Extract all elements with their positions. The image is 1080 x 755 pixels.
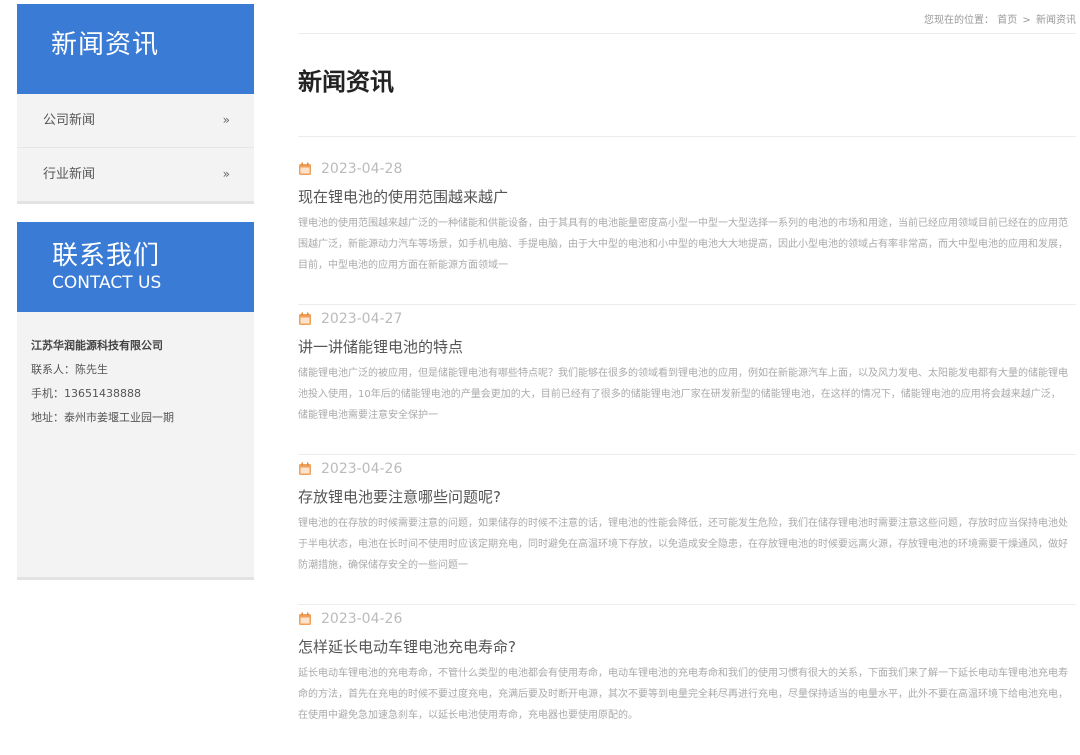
news-summary: 延长电动车锂电池的充电寿命，不管什么类型的电池都会有使用寿命，电动车锂电池的充电… bbox=[298, 668, 1068, 721]
contact-info: 江苏华润能源科技有限公司 联系人：陈先生 手机：13651438888 地址：泰… bbox=[17, 312, 254, 580]
sidebar: 新闻资讯 公司新闻 » 行业新闻 » 联系我们 CONTACT US 江苏华润能… bbox=[17, 4, 254, 580]
news-summary: 储能锂电池广泛的被应用，但是储能锂电池有哪些特点呢？我们能够在很多的领域看到锂电… bbox=[298, 368, 1068, 421]
news-section-title: 新闻资讯 bbox=[51, 30, 160, 60]
contact-phone: 手机：13651438888 bbox=[31, 387, 141, 400]
news-date-row: 2023-04-26 bbox=[298, 455, 1076, 483]
news-item: 2023-04-26 存放锂电池要注意哪些问题呢? 锂电池的在存放的时候需要注意… bbox=[298, 455, 1076, 605]
divider bbox=[298, 33, 1076, 34]
news-date: 2023-04-26 bbox=[321, 611, 403, 627]
sidebar-item-company-news[interactable]: 公司新闻 » bbox=[17, 94, 254, 147]
news-item: 2023-04-26 怎样延长电动车锂电池充电寿命? 延长电动车锂电池的充电寿命… bbox=[298, 605, 1076, 755]
double-chevron-right-icon: » bbox=[222, 113, 230, 127]
news-summary: 锂电池的使用范围越来越广泛的一种储能和供能设备，由于其具有的电池能量密度高小型一… bbox=[298, 218, 1068, 271]
contact-company: 江苏华润能源科技有限公司 bbox=[31, 339, 163, 352]
news-date: 2023-04-28 bbox=[321, 161, 403, 177]
sidebar-item-label: 行业新闻 bbox=[43, 167, 96, 182]
sidebar-item-industry-news[interactable]: 行业新闻 » bbox=[17, 147, 254, 201]
news-date: 2023-04-27 bbox=[321, 311, 403, 327]
news-list: 2023-04-28 现在锂电池的使用范围越来越广 锂电池的使用范围越来越广泛的… bbox=[298, 155, 1076, 755]
news-date: 2023-04-26 bbox=[321, 461, 403, 477]
news-date-row: 2023-04-27 bbox=[298, 305, 1076, 333]
calendar-icon bbox=[299, 612, 311, 625]
calendar-icon bbox=[299, 312, 311, 325]
news-title-link[interactable]: 怎样延长电动车锂电池充电寿命? bbox=[298, 635, 1076, 659]
news-category-menu: 公司新闻 » 行业新闻 » bbox=[17, 94, 254, 204]
news-date-row: 2023-04-26 bbox=[298, 605, 1076, 633]
contact-title-cn: 联系我们 bbox=[52, 241, 161, 271]
double-chevron-right-icon: » bbox=[222, 167, 230, 181]
contact-address: 地址：泰州市姜堰工业园一期 bbox=[31, 411, 174, 424]
divider bbox=[298, 136, 1076, 137]
news-summary: 锂电池的在存放的时候需要注意的问题，如果储存的时候不注意的话，锂电池的性能会降低… bbox=[298, 518, 1068, 571]
page-title: 新闻资讯 bbox=[298, 68, 394, 96]
contact-section-header: 联系我们 CONTACT US bbox=[17, 222, 254, 312]
news-title-link[interactable]: 讲一讲储能锂电池的特点 bbox=[298, 335, 1076, 359]
news-section-header: 新闻资讯 bbox=[17, 4, 254, 94]
breadcrumb-separator: > bbox=[1022, 15, 1031, 26]
news-item: 2023-04-27 讲一讲储能锂电池的特点 储能锂电池广泛的被应用，但是储能锂… bbox=[298, 305, 1076, 455]
calendar-icon bbox=[299, 162, 311, 175]
news-title-link[interactable]: 现在锂电池的使用范围越来越广 bbox=[298, 185, 1076, 209]
breadcrumb-prefix: 您现在的位置： bbox=[924, 15, 995, 26]
contact-title-en: CONTACT US bbox=[52, 273, 162, 293]
sidebar-item-label: 公司新闻 bbox=[43, 113, 96, 128]
breadcrumb-home-link[interactable]: 首页 bbox=[997, 15, 1017, 26]
breadcrumb: 您现在的位置： 首页 > 新闻资讯 bbox=[924, 11, 1076, 26]
news-date-row: 2023-04-28 bbox=[298, 155, 1076, 183]
calendar-icon bbox=[299, 462, 311, 475]
breadcrumb-current: 新闻资讯 bbox=[1036, 15, 1076, 26]
news-item: 2023-04-28 现在锂电池的使用范围越来越广 锂电池的使用范围越来越广泛的… bbox=[298, 155, 1076, 305]
contact-person: 联系人：陈先生 bbox=[31, 363, 108, 376]
news-title-link[interactable]: 存放锂电池要注意哪些问题呢? bbox=[298, 485, 1076, 509]
